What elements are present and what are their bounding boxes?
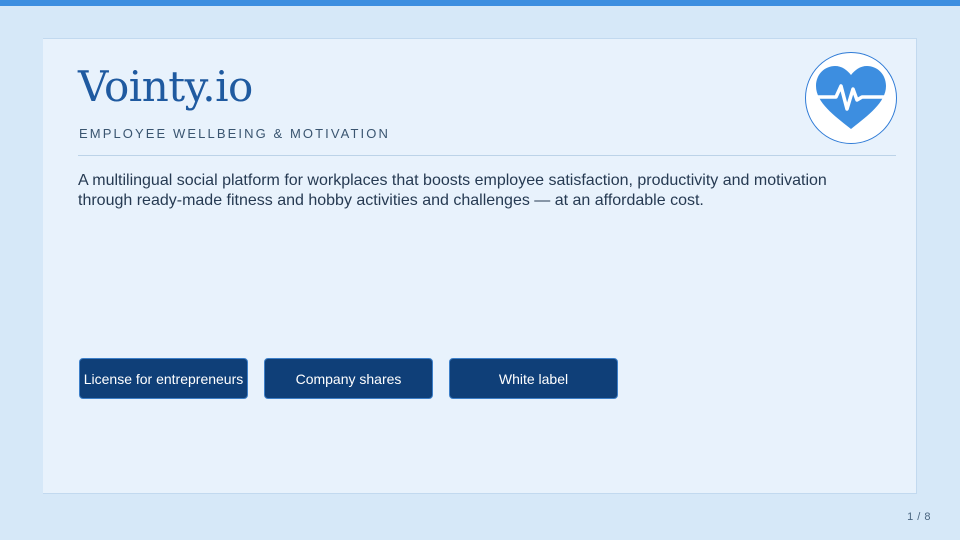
heart-pulse-logo bbox=[805, 52, 897, 144]
slide-card: Vointy.io EMPLOYEE WELLBEING & MOTIVATIO… bbox=[43, 38, 917, 494]
slide-subtitle: EMPLOYEE WELLBEING & MOTIVATION bbox=[79, 126, 390, 141]
heart-pulse-icon bbox=[814, 66, 888, 129]
top-accent-bar bbox=[0, 0, 960, 6]
title-divider bbox=[78, 155, 896, 156]
action-buttons: License for entrepreneurs Company shares… bbox=[79, 358, 618, 399]
company-shares-button[interactable]: Company shares bbox=[264, 358, 433, 399]
white-label-button[interactable]: White label bbox=[449, 358, 618, 399]
slide-title: Vointy.io bbox=[78, 62, 253, 111]
page-counter: 1 / 8 bbox=[907, 511, 931, 523]
slide-description: A multilingual social platform for workp… bbox=[78, 172, 827, 209]
license-for-entrepreneurs-button[interactable]: License for entrepreneurs bbox=[79, 358, 248, 399]
